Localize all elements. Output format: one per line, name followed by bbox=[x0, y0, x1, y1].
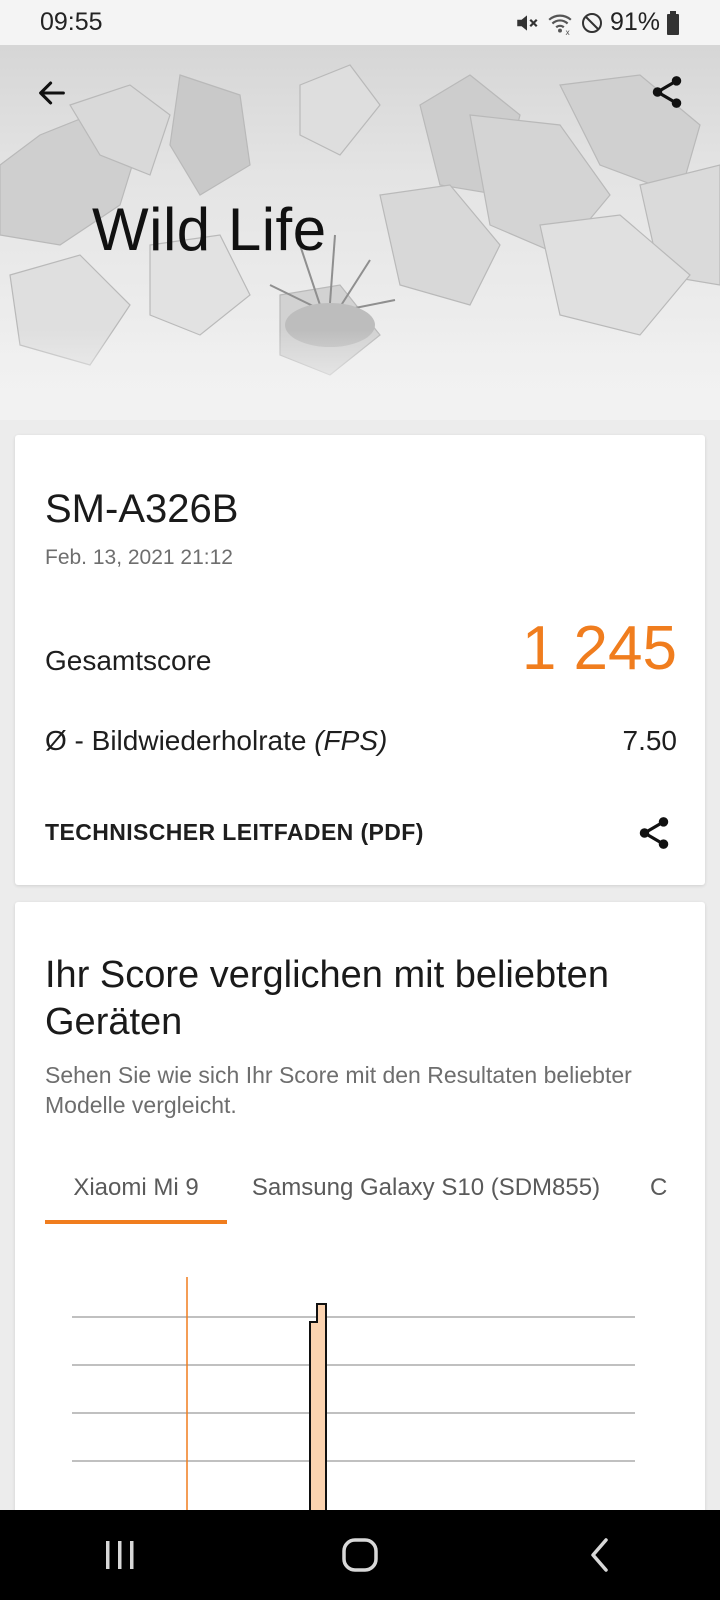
fps-value: 7.50 bbox=[622, 725, 678, 756]
svg-text:x: x bbox=[565, 27, 570, 35]
fps-label-unit: (FPS) bbox=[314, 725, 388, 756]
navigation-bar bbox=[0, 1510, 720, 1600]
fps-label-text: Ø - Bildwiederholrate bbox=[45, 725, 315, 756]
overall-score-value: 1 245 bbox=[521, 614, 677, 683]
recents-icon bbox=[106, 1541, 134, 1569]
hero-fade bbox=[0, 330, 720, 420]
comparison-card: Ihr Score verglichen mit beliebten Gerät… bbox=[15, 902, 705, 1600]
page-title: Wild Life bbox=[92, 196, 327, 263]
tab-samsung-galaxy-s10[interactable]: Samsung Galaxy S10 (SDM855) bbox=[231, 1152, 621, 1224]
share-button[interactable] bbox=[646, 71, 688, 113]
wifi-icon: x bbox=[546, 10, 574, 36]
result-date: Feb. 13, 2021 21:12 bbox=[45, 546, 233, 569]
status-bar: 09:55 x 91% bbox=[0, 0, 720, 45]
do-not-disturb-icon bbox=[580, 11, 604, 35]
result-card: SM-A326B Feb. 13, 2021 21:12 Gesamtscore… bbox=[15, 435, 705, 885]
comparison-title: Ihr Score verglichen mit beliebten Gerät… bbox=[45, 954, 609, 1043]
back-button[interactable] bbox=[32, 73, 72, 113]
arrow-left-icon bbox=[39, 81, 65, 105]
hero-banner: Wild Life bbox=[0, 45, 720, 420]
share-icon bbox=[639, 816, 669, 849]
comparison-subtitle: Sehen Sie wie sich Ihr Score mit den Res… bbox=[45, 1062, 632, 1118]
fps-label: Ø - Bildwiederholrate (FPS) bbox=[45, 725, 387, 757]
device-name: SM-A326B bbox=[45, 487, 239, 531]
battery-icon bbox=[666, 10, 680, 35]
technical-guide-label: TECHNISCHER LEITFADEN (PDF) bbox=[45, 819, 424, 845]
back-icon bbox=[591, 1538, 608, 1572]
tab-xiaomi-mi-9[interactable]: Xiaomi Mi 9 bbox=[45, 1152, 227, 1224]
home-button[interactable] bbox=[320, 1520, 400, 1590]
mute-icon bbox=[514, 10, 540, 36]
guide-share-button[interactable] bbox=[633, 812, 675, 854]
screen: 09:55 x 91% Wild Life SM-A326B Feb. 13, … bbox=[0, 0, 720, 1600]
tab-next-device[interactable]: C bbox=[650, 1152, 690, 1224]
share-icon bbox=[652, 76, 682, 108]
status-icons: x 91% bbox=[514, 8, 680, 37]
home-icon bbox=[342, 1538, 378, 1572]
technical-guide-link[interactable]: TECHNISCHER LEITFADEN (PDF) bbox=[15, 790, 705, 875]
battery-percent: 91% bbox=[609, 8, 660, 36]
device-tabs: Xiaomi Mi 9 Samsung Galaxy S10 (SDM855) … bbox=[45, 1152, 690, 1227]
active-tab-indicator bbox=[45, 1220, 227, 1224]
overall-score-label: Gesamtscore bbox=[45, 645, 212, 676]
recents-button[interactable] bbox=[80, 1520, 160, 1590]
status-time: 09:55 bbox=[40, 8, 103, 36]
system-back-button[interactable] bbox=[560, 1520, 640, 1590]
